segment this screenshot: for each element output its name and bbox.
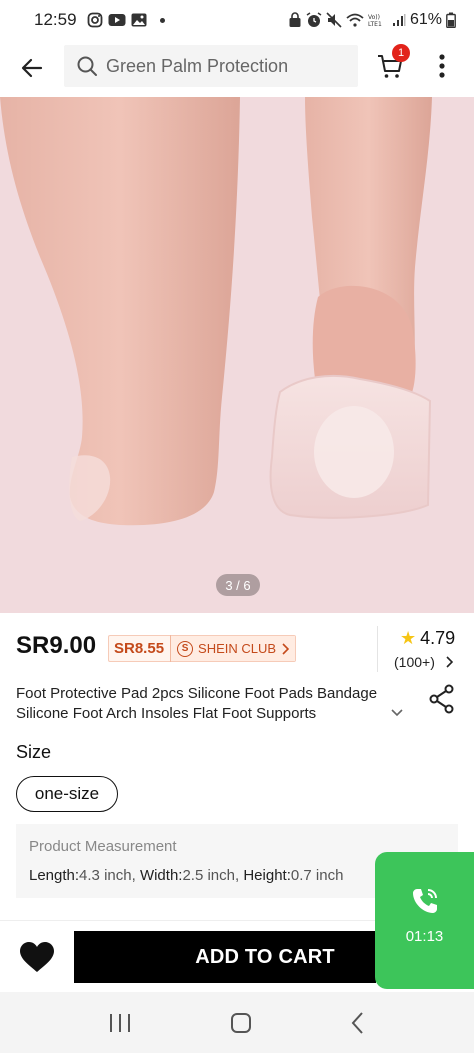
product-image[interactable]: 3 / 6 xyxy=(0,97,474,613)
youtube-icon xyxy=(108,14,126,26)
svg-text:Vo)): Vo)) xyxy=(368,14,380,21)
call-duration: 01:13 xyxy=(405,928,444,945)
lock-icon xyxy=(289,12,301,27)
product-price: SR9.00 xyxy=(16,632,97,659)
status-time: 12:59 xyxy=(34,10,77,29)
gallery-icon xyxy=(131,13,147,27)
product-title: Foot Protective Pad 2pcs Silicone Foot P… xyxy=(16,685,378,722)
club-label-wrap: S SHEIN CLUB xyxy=(171,636,296,661)
cart-count-badge: 1 xyxy=(392,44,410,62)
system-back-icon[interactable] xyxy=(350,1011,366,1035)
phone-call-icon xyxy=(412,889,437,913)
battery-percentage: 61% xyxy=(409,11,442,28)
height-label: Height: xyxy=(243,867,291,884)
reviews-link[interactable]: (100+) xyxy=(394,654,453,670)
add-to-cart-button[interactable]: ADD TO CART xyxy=(74,931,376,983)
chevron-right-icon xyxy=(282,642,290,655)
status-bar: 12:59 Vo)) LTE1 61% xyxy=(0,0,474,40)
shein-club-icon: S xyxy=(177,640,194,657)
star-icon: ★ xyxy=(400,628,417,648)
heart-icon xyxy=(20,942,54,972)
size-option-one-size[interactable]: one-size xyxy=(16,776,118,812)
size-label: Size xyxy=(16,742,52,762)
wifi-icon xyxy=(346,13,364,27)
lte-icon: Vo))LTE1 xyxy=(368,14,382,27)
chevron-right-icon xyxy=(446,656,453,668)
system-navigation-bar xyxy=(0,992,474,1053)
wishlist-button[interactable] xyxy=(18,939,56,975)
share-icon[interactable] xyxy=(428,684,456,714)
back-button[interactable] xyxy=(4,40,60,96)
club-label: SHEIN CLUB xyxy=(198,641,277,656)
search-icon xyxy=(77,56,97,76)
divider xyxy=(377,626,378,672)
home-icon[interactable] xyxy=(229,1011,253,1035)
club-price: SR8.55 xyxy=(109,635,172,662)
top-navigation: Green Palm Protection 1 xyxy=(0,40,474,96)
alarm-icon xyxy=(306,12,322,27)
measurement-title: Product Measurement xyxy=(29,838,177,855)
measurement-values: Length:4.3 inch, Width:2.5 inch, Height:… xyxy=(29,867,343,884)
search-placeholder: Green Palm Protection xyxy=(106,55,289,76)
width-value: 2.5 inch, xyxy=(182,867,240,884)
back-arrow-icon xyxy=(21,58,43,78)
signal-icon xyxy=(392,14,406,26)
price-row: SR9.00 SR8.55 S SHEIN CLUB ★ 4.79 (100+) xyxy=(16,626,458,672)
length-label: Length: xyxy=(29,867,80,884)
more-vertical-icon xyxy=(439,54,445,78)
search-input[interactable]: Green Palm Protection xyxy=(64,45,358,87)
product-title-row: Foot Protective Pad 2pcs Silicone Foot P… xyxy=(16,684,458,730)
shein-club-chip[interactable]: SR8.55 S SHEIN CLUB xyxy=(108,635,297,662)
notification-dot xyxy=(159,17,165,23)
more-options-button[interactable] xyxy=(428,46,456,86)
instagram-icon xyxy=(87,12,102,28)
ongoing-call-widget[interactable]: 01:13 xyxy=(375,852,474,989)
cart-button[interactable]: 1 xyxy=(370,44,410,88)
length-value: 4.3 inch, xyxy=(79,867,136,884)
rating-value: 4.79 xyxy=(420,628,456,648)
battery-icon xyxy=(446,12,456,28)
review-count: (100+) xyxy=(394,654,435,670)
height-value: 0.7 inch xyxy=(290,867,344,884)
mute-icon xyxy=(326,12,342,28)
product-photo xyxy=(0,97,474,613)
svg-text:LTE1: LTE1 xyxy=(368,21,382,27)
image-page-indicator: 3 / 6 xyxy=(216,574,260,596)
width-label: Width: xyxy=(139,867,183,884)
recent-apps-icon[interactable] xyxy=(108,1012,132,1034)
chevron-down-icon[interactable] xyxy=(390,706,404,720)
rating: ★ 4.79 xyxy=(400,628,455,649)
